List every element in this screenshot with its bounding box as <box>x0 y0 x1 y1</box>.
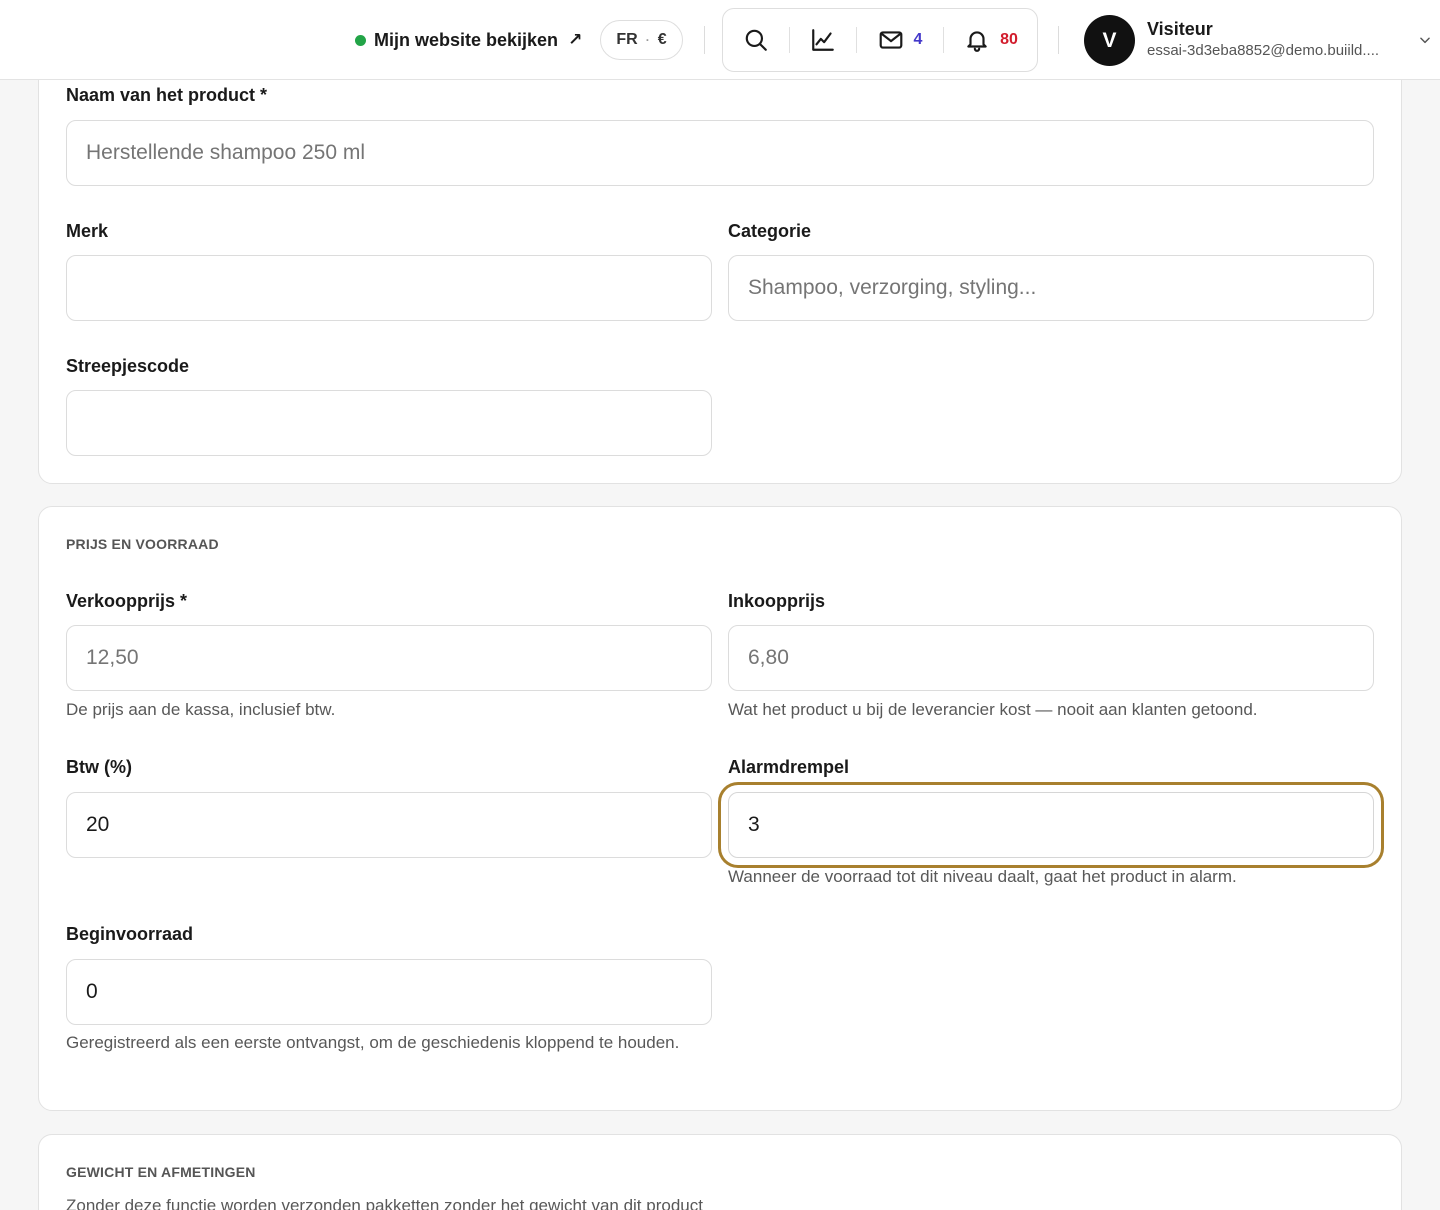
category-input[interactable] <box>728 255 1374 321</box>
language-code: FR <box>616 31 638 48</box>
chevron-down-icon[interactable] <box>1418 33 1432 47</box>
barcode-label: Streepjescode <box>66 356 190 376</box>
messages-count: 4 <box>913 31 923 48</box>
alarm-threshold-input[interactable] <box>728 792 1374 858</box>
vat-label: Btw (%) <box>66 757 132 777</box>
external-link-icon: ↗ <box>568 30 583 49</box>
purchase-price-help: Wat het product u bij de leverancier kos… <box>728 700 1258 719</box>
vat-input[interactable] <box>66 792 712 858</box>
alarm-threshold-label: Alarmdrempel <box>728 757 850 777</box>
weight-dimensions-section-title: GEWICHT EN AFMETINGEN <box>66 1164 256 1180</box>
bell-icon <box>967 31 987 52</box>
search-icon <box>745 29 767 51</box>
brand-input[interactable] <box>66 255 712 321</box>
category-label: Categorie <box>728 221 812 241</box>
product-name-input[interactable] <box>66 120 1374 186</box>
barcode-input[interactable] <box>66 390 712 456</box>
sale-price-label: Verkoopprijs * <box>66 591 188 611</box>
sale-price-input[interactable] <box>66 625 712 691</box>
statistics-button[interactable] <box>790 9 856 71</box>
price-stock-section-title: PRIJS EN VOORRAAD <box>66 536 219 552</box>
notifications-count: 80 <box>1000 31 1018 48</box>
online-status-dot <box>355 34 366 46</box>
top-header: Mijn website bekijken ↗ FR · € 4 80 V Vi… <box>0 0 1440 80</box>
sale-price-help: De prijs aan de kassa, inclusief btw. <box>66 700 336 719</box>
mail-icon <box>879 31 902 49</box>
messages-button[interactable]: 4 <box>857 9 943 71</box>
separator-dot: · <box>645 33 650 47</box>
initial-stock-help: Geregistreerd als een eerste ontvangst, … <box>66 1033 680 1052</box>
user-name: Visiteur <box>1147 19 1213 39</box>
header-divider <box>1058 26 1059 54</box>
purchase-price-input[interactable] <box>728 625 1374 691</box>
notifications-button[interactable]: 80 <box>944 9 1038 71</box>
weight-dimensions-intro: Zonder deze functie worden verzonden pak… <box>66 1196 703 1210</box>
view-website-link[interactable]: Mijn website bekijken ↗ <box>355 27 582 53</box>
search-button[interactable] <box>723 9 789 71</box>
avatar[interactable]: V <box>1084 15 1135 66</box>
user-email: essai-3d3eba8852@demo.buiild.... <box>1147 42 1380 59</box>
chart-icon <box>812 29 834 51</box>
currency-symbol: € <box>657 31 667 48</box>
initial-stock-input[interactable] <box>66 959 712 1025</box>
header-divider <box>704 26 705 54</box>
view-website-label: Mijn website bekijken <box>374 29 559 50</box>
product-name-label: Naam van het product * <box>66 85 268 105</box>
language-currency-selector[interactable]: FR · € <box>600 20 683 60</box>
header-actions: 4 80 <box>722 8 1038 72</box>
alarm-threshold-help: Wanneer de voorraad tot dit niveau daalt… <box>728 867 1237 886</box>
purchase-price-label: Inkoopprijs <box>728 591 826 611</box>
brand-label: Merk <box>66 221 109 241</box>
initial-stock-label: Beginvoorraad <box>66 924 194 944</box>
